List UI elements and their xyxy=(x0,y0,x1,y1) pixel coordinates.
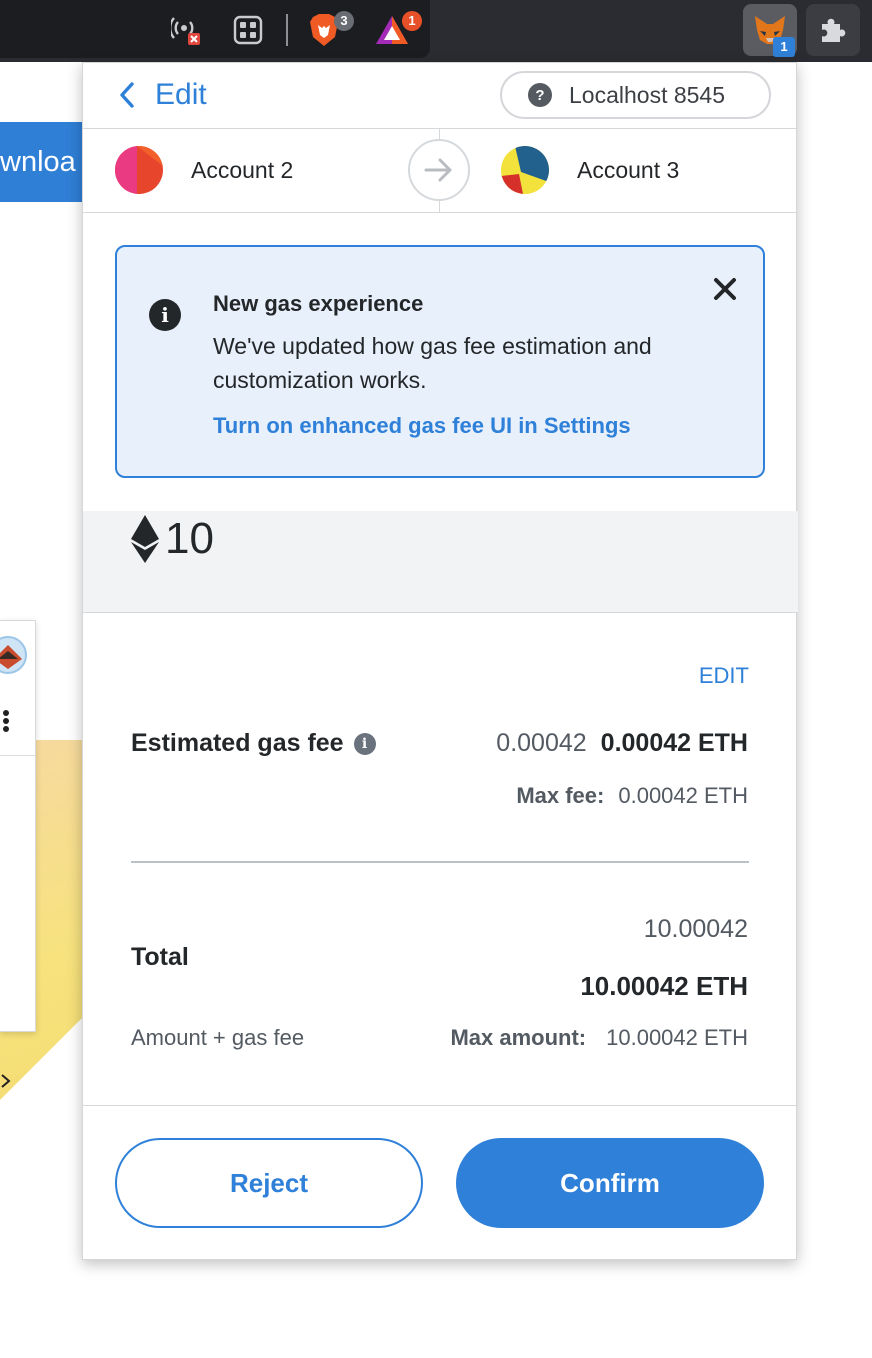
metamask-popup: Edit ? Localhost 8545 Account 2 Account … xyxy=(82,62,798,1260)
notice-body: We've updated how gas fee estimation and… xyxy=(213,333,652,393)
to-account-name: Account 3 xyxy=(577,156,680,183)
notice-title: New gas experience xyxy=(213,291,424,316)
from-account[interactable]: Account 2 xyxy=(115,145,293,195)
close-notice-button[interactable] xyxy=(707,271,743,307)
extensions-button[interactable] xyxy=(806,4,860,56)
total-sub-label: Amount + gas fee xyxy=(131,1025,305,1050)
background-side-panel xyxy=(0,620,36,1088)
total-primary-value: 10.00042 ETH xyxy=(580,971,748,1001)
footer-divider xyxy=(83,1105,798,1106)
network-selector[interactable]: ? Localhost 8545 xyxy=(500,71,771,119)
network-label: Localhost 8545 xyxy=(569,81,726,108)
transfer-arrow xyxy=(408,139,470,201)
background-download-button: wnloa xyxy=(0,122,90,202)
amount-section: 10 xyxy=(83,511,798,613)
gas-info-icon[interactable]: i xyxy=(353,732,376,755)
browser-toolbar: 3 1 1 xyxy=(0,0,872,62)
to-account[interactable]: Account 3 xyxy=(501,145,679,195)
help-icon: ? xyxy=(528,83,552,107)
send-amount: 10 xyxy=(131,513,214,565)
gas-fee-secondary: 0.00042 xyxy=(496,729,587,757)
confirm-button[interactable]: Confirm xyxy=(456,1138,764,1228)
max-fee-value: 0.00042 ETH xyxy=(618,783,748,808)
puzzle-icon xyxy=(822,18,846,42)
qr-grid-icon[interactable] xyxy=(230,12,266,48)
background-download-label: wnloa xyxy=(0,146,76,178)
edit-back-label: Edit xyxy=(155,78,207,111)
background-divider xyxy=(0,755,36,756)
popup-header: Edit ? Localhost 8545 xyxy=(83,63,798,129)
edit-gas-button[interactable]: EDIT xyxy=(649,663,749,689)
total-label: Total xyxy=(131,943,189,971)
gas-experience-notice: i New gas experience We've updated how g… xyxy=(115,245,765,478)
info-icon: i xyxy=(149,299,181,331)
chevron-left-icon xyxy=(120,82,134,108)
max-fee-row: Max fee: 0.00042 ETH xyxy=(516,783,748,809)
close-icon xyxy=(714,278,736,300)
section-divider xyxy=(131,861,749,863)
wireless-icon[interactable] xyxy=(168,12,204,48)
account-3-avatar xyxy=(501,146,549,194)
gas-fee-primary: 0.00042 ETH xyxy=(600,729,748,757)
reject-button[interactable]: Reject xyxy=(115,1138,423,1228)
background-more-icon xyxy=(3,710,9,732)
max-amount-value: 10.00042 ETH xyxy=(606,1025,748,1050)
max-amount-label: Max amount: xyxy=(450,1025,587,1050)
account-2-avatar xyxy=(115,146,163,194)
enable-gas-ui-link[interactable]: Turn on enhanced gas fee UI in Settings xyxy=(213,413,631,439)
estimated-gas-fee-text: Estimated gas fee xyxy=(131,729,344,757)
screen: 3 1 1 wnloa Edit ? Localhost 8545 Accoun… xyxy=(0,0,872,1358)
toolbar-divider xyxy=(286,14,288,46)
estimated-gas-fee-values: 0.00042 0.00042 ETH xyxy=(496,729,748,758)
arrow-right-icon xyxy=(424,158,452,182)
total-secondary-value: 10.00042 xyxy=(643,915,748,943)
background-chevron-right-icon xyxy=(1,1074,11,1088)
sender-recipient: Account 2 Account 3 xyxy=(83,129,798,213)
max-amount-row: Max amount: 10.00042 ETH xyxy=(450,1025,748,1051)
brave-shields-badge: 3 xyxy=(334,11,354,31)
metamask-badge: 1 xyxy=(773,37,795,57)
toolbar-extension-area xyxy=(0,0,430,58)
send-amount-value: 10 xyxy=(165,514,214,563)
background-avatar-icon xyxy=(0,636,27,674)
edit-back-button[interactable]: Edit xyxy=(119,75,207,115)
estimated-gas-fee-label: Estimated gas fee i xyxy=(131,729,376,758)
ethereum-icon xyxy=(131,515,159,563)
from-account-name: Account 2 xyxy=(191,156,294,183)
max-fee-label: Max fee: xyxy=(516,783,605,808)
rewards-badge: 1 xyxy=(402,11,422,31)
